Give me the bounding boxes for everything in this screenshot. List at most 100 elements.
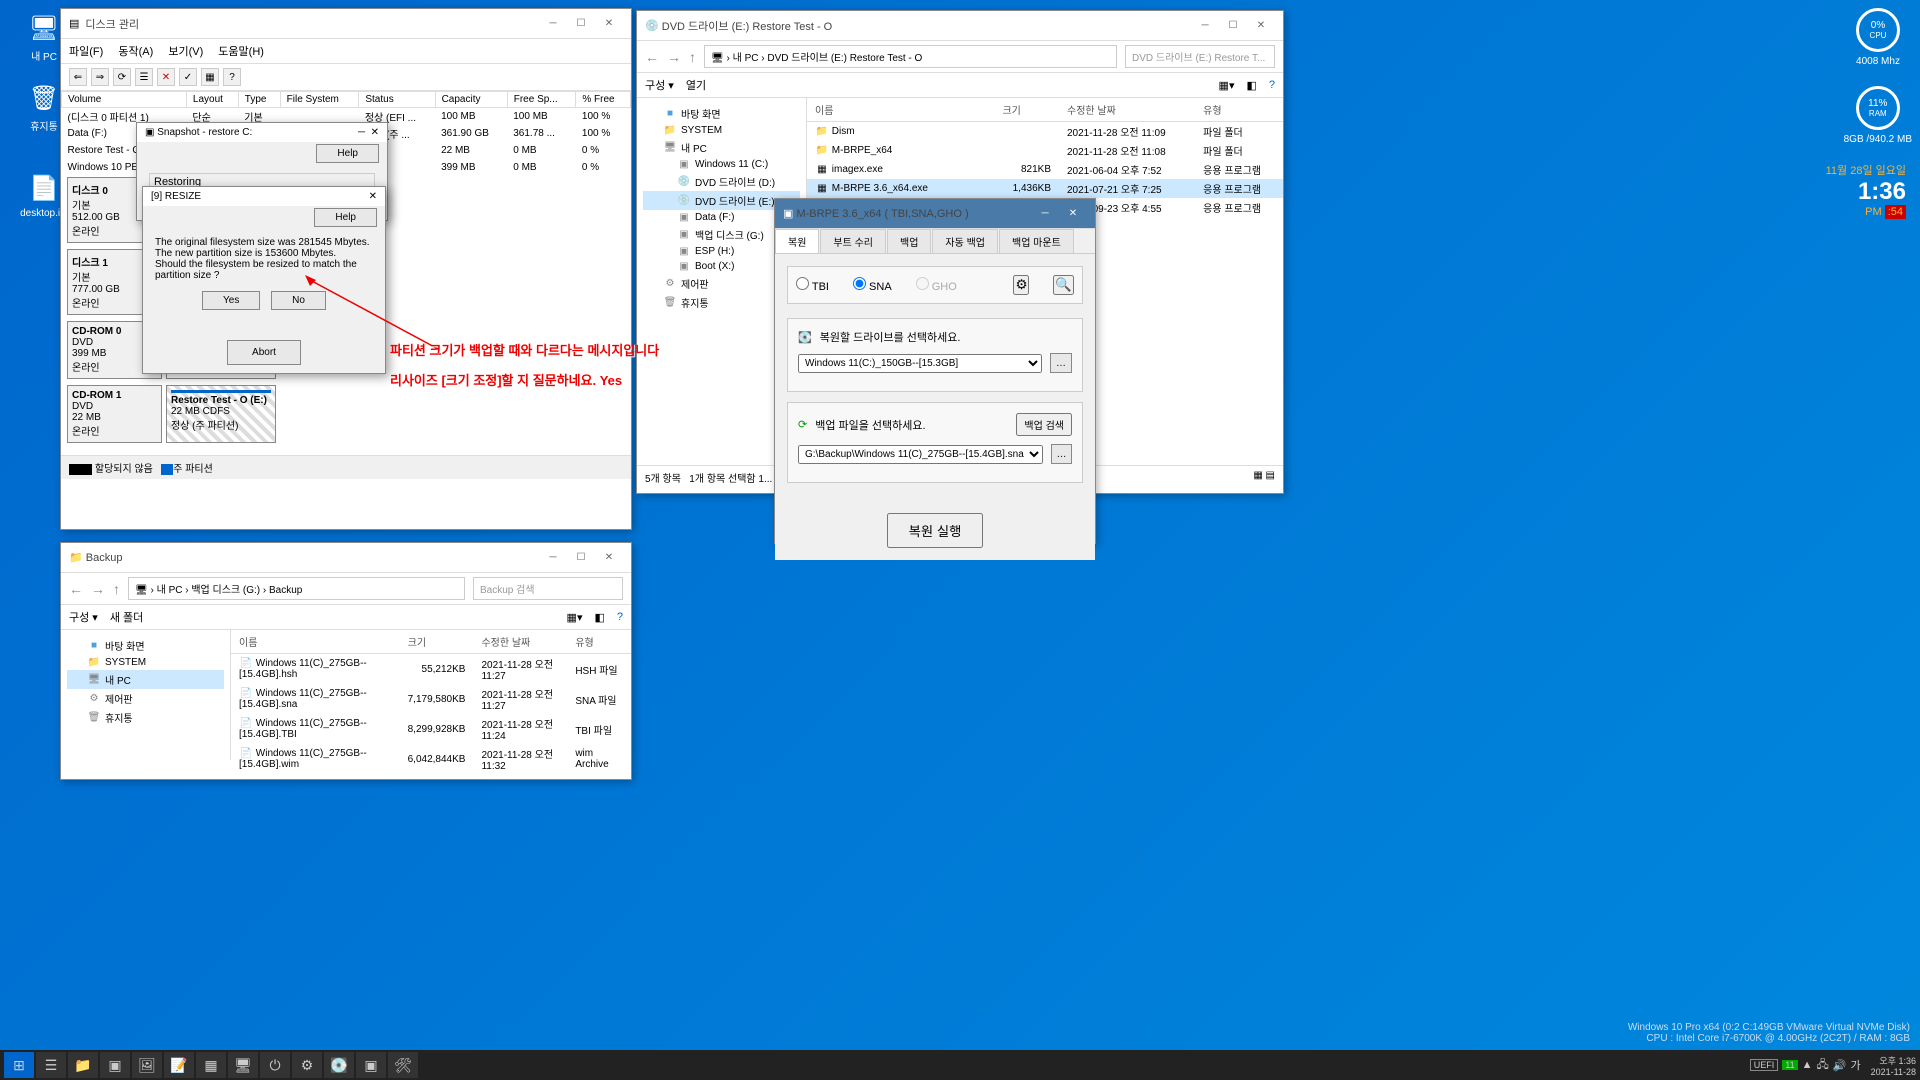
no-button[interactable]: No (271, 291, 326, 310)
search-button[interactable]: 🔍 (1053, 275, 1074, 295)
view-icon[interactable]: ▦▾ (1219, 79, 1235, 92)
maximize-button[interactable]: ☐ (567, 14, 595, 34)
taskbar-item[interactable]: 🛠 (388, 1052, 418, 1078)
tree-item[interactable]: 🖥 내 PC (67, 670, 224, 689)
tab-backup[interactable]: 백업 (887, 229, 931, 253)
file-row[interactable]: 📄 Windows 11(C)_275GB--[15.4GB].wim6,042… (231, 744, 631, 774)
help-icon[interactable]: ? (1269, 79, 1275, 91)
lang-icon[interactable]: 가 (1851, 1057, 1861, 1073)
taskbar-item[interactable]: ▦ (196, 1052, 226, 1078)
config-button[interactable]: ⚙ (1013, 275, 1029, 295)
taskbar-item[interactable]: 📝 (164, 1052, 194, 1078)
file-list[interactable]: 이름크기수정한 날짜유형 📄 Windows 11(C)_275GB--[15.… (231, 630, 631, 760)
tray-clock[interactable]: 오후 1:362021-11-28 (1871, 1054, 1916, 1077)
taskbar-item[interactable]: 💽 (324, 1052, 354, 1078)
menu-file[interactable]: 파일(F) (69, 46, 103, 58)
close-button[interactable]: ✕ (1059, 204, 1087, 224)
network-icon[interactable]: 🖧 (1817, 1056, 1829, 1075)
restore-run-button[interactable]: 복원 실행 (887, 513, 984, 548)
start-button[interactable]: ⊞ (4, 1052, 34, 1078)
search-input[interactable]: Backup 검색 (473, 577, 623, 600)
close-button[interactable]: ✕ (595, 14, 623, 34)
browse-button[interactable]: … (1050, 353, 1072, 373)
taskbar-item[interactable]: ⚙ (292, 1052, 322, 1078)
forward-button[interactable]: → (667, 49, 681, 65)
forward-button[interactable]: → (91, 581, 105, 597)
tree-item[interactable]: 💿 DVD 드라이브 (D:) (643, 172, 800, 191)
maximize-button[interactable]: ☐ (1219, 16, 1247, 36)
address-bar[interactable]: 🖥 › 내 PC › 백업 디스크 (G:) › Backup (128, 577, 465, 600)
help-button[interactable]: Help (314, 208, 377, 227)
file-select[interactable]: G:\Backup\Windows 11(C)_275GB--[15.4GB].… (798, 445, 1043, 464)
dm-titlebar[interactable]: ▤ 디스크 관리 ─ ☐ ✕ (61, 9, 631, 39)
drive-select[interactable]: Windows 11(C:)_150GB--[15.3GB] (798, 354, 1042, 373)
tool-back[interactable]: ⇐ (69, 68, 87, 86)
tree-item[interactable]: 📁 SYSTEM (643, 123, 800, 138)
abort-button[interactable]: Abort (227, 340, 301, 365)
help-icon[interactable]: ? (617, 611, 623, 623)
back-button[interactable]: ← (645, 49, 659, 65)
maximize-button[interactable]: ☐ (567, 548, 595, 568)
taskbar-item[interactable]: ▣ (100, 1052, 130, 1078)
organize-menu[interactable]: 구성 ▾ (645, 77, 674, 93)
taskbar-item[interactable]: 🖥 (228, 1052, 258, 1078)
up-button[interactable]: ↑ (689, 49, 696, 65)
file-row[interactable]: ▦ imagex.exe821KB2021-06-04 오후 7:52응용 프로… (807, 160, 1283, 179)
taskbar-item[interactable]: ⏻ (260, 1052, 290, 1078)
tree-item[interactable]: 🗑 휴지통 (67, 708, 224, 727)
restore-partition[interactable]: Restore Test - O (E:)22 MB CDFS정상 (주 파티션… (166, 385, 276, 443)
file-row[interactable]: 📁 M-BRPE_x642021-11-28 오전 11:08파일 폴더 (807, 141, 1283, 160)
taskbar-item[interactable]: ▣ (356, 1052, 386, 1078)
close-button[interactable]: ✕ (595, 548, 623, 568)
search-input[interactable]: DVD 드라이브 (E:) Restore T... (1125, 45, 1275, 68)
address-bar[interactable]: 🖥 › 내 PC › DVD 드라이브 (E:) Restore Test - … (704, 45, 1117, 68)
pane-icon[interactable]: ◧ (594, 611, 604, 624)
tool-help[interactable]: ? (223, 68, 241, 86)
tab-auto[interactable]: 자동 백업 (932, 229, 998, 253)
open-button[interactable]: 열기 (686, 77, 706, 93)
file-row[interactable]: 📄 Windows 11(C)_275GB--[15.4GB].TBI8,299… (231, 714, 631, 744)
taskbar-item[interactable]: 📁 (68, 1052, 98, 1078)
back-button[interactable]: ← (69, 581, 83, 597)
minimize-button[interactable]: ─ (539, 14, 567, 34)
file-row[interactable]: ▦ M-BRPE 3.6_x64.exe1,436KB2021-07-21 오후… (807, 179, 1283, 198)
tab-restore[interactable]: 복원 (775, 229, 819, 253)
minimize-button[interactable]: ─ (539, 548, 567, 568)
volume-icon[interactable]: 🔊 (1833, 1059, 1847, 1072)
help-button[interactable]: Help (316, 144, 379, 163)
close-icon[interactable]: ✕ (371, 127, 379, 138)
radio-tbi[interactable]: TBI (796, 277, 829, 293)
close-button[interactable]: ✕ (1247, 16, 1275, 36)
minimize-button[interactable]: ─ (1031, 204, 1059, 224)
file-row[interactable]: 📄 Windows 11(C)_275GB--[15.4GB].sna7,179… (231, 684, 631, 714)
min-icon[interactable]: ─ (358, 127, 365, 138)
search-backup[interactable]: 백업 검색 (1016, 413, 1072, 436)
minimize-button[interactable]: ─ (1191, 16, 1219, 36)
tab-mount[interactable]: 백업 마운트 (999, 229, 1074, 253)
tree-item[interactable]: 📁 SYSTEM (67, 655, 224, 670)
tool-check[interactable]: ✓ (179, 68, 197, 86)
menu-view[interactable]: 보기(V) (168, 46, 203, 58)
radio-gho[interactable]: GHO (916, 277, 957, 293)
tree-item[interactable]: ■ 바탕 화면 (67, 636, 224, 655)
tree-item[interactable]: ▣ Windows 11 (C:) (643, 157, 800, 172)
new-folder[interactable]: 새 폴더 (110, 609, 143, 625)
tree-item[interactable]: ⚙ 제어판 (67, 689, 224, 708)
browse-button[interactable]: … (1051, 444, 1072, 464)
tree-item[interactable]: ■ 바탕 화면 (643, 104, 800, 123)
yes-button[interactable]: Yes (202, 291, 260, 310)
cdrom1-info[interactable]: CD-ROM 1DVD22 MB온라인 (67, 385, 162, 443)
nav-tree[interactable]: ■ 바탕 화면📁 SYSTEM🖥 내 PC⚙ 제어판🗑 휴지통 (61, 630, 231, 760)
tool-list[interactable]: ▦ (201, 68, 219, 86)
tray-icon[interactable]: ▲ (1802, 1059, 1813, 1071)
pane-icon[interactable]: ◧ (1246, 79, 1256, 92)
tool-fwd[interactable]: ⇒ (91, 68, 109, 86)
tool-x[interactable]: ✕ (157, 68, 175, 86)
close-icon[interactable]: ✕ (369, 191, 377, 202)
menu-action[interactable]: 동작(A) (118, 46, 153, 58)
tab-boot[interactable]: 부트 수리 (820, 229, 886, 253)
tree-item[interactable]: 🖥 내 PC (643, 138, 800, 157)
tool-refresh[interactable]: ⟳ (113, 68, 131, 86)
up-button[interactable]: ↑ (113, 581, 120, 597)
menu-help[interactable]: 도움말(H) (218, 46, 264, 58)
